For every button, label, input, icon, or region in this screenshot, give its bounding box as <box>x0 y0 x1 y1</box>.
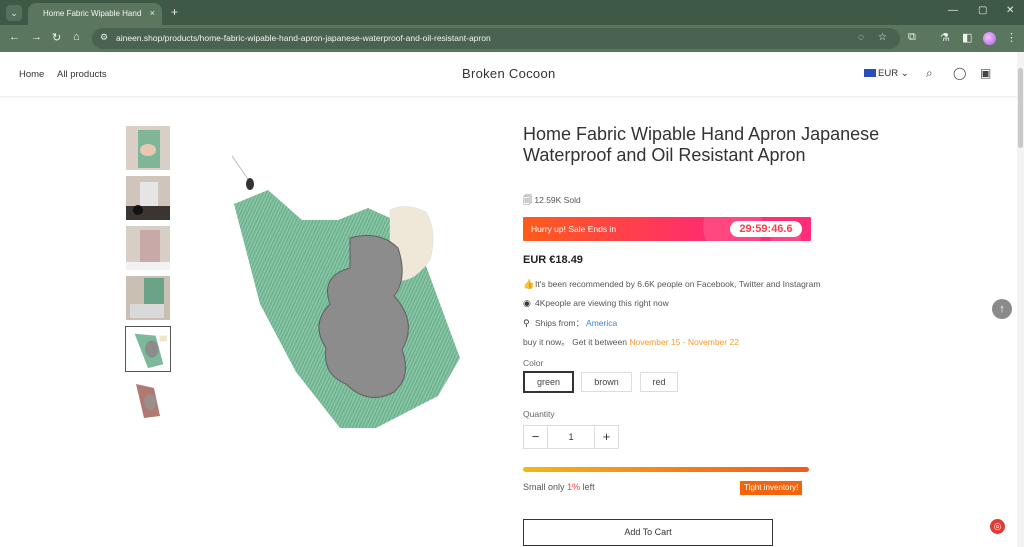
stock-progress-bar <box>523 467 809 472</box>
main-product-image[interactable] <box>200 128 500 428</box>
gallery-thumbnail-selected[interactable] <box>125 326 171 372</box>
bag-icon: 🗐 <box>523 195 532 205</box>
ships-from-line: ⚲ Ships from： America <box>523 317 617 329</box>
viewing-line: ◉ 4Kpeople are viewing this right now <box>523 298 669 309</box>
chevron-down-icon: ⌄ <box>900 68 909 79</box>
quantity-increase-button[interactable]: + <box>594 426 618 448</box>
delivery-range: November 15 - November 22 <box>629 337 739 347</box>
tight-inventory-badge: Tight inventory! <box>740 481 803 495</box>
stock-text: Small only 1% left <box>523 482 595 492</box>
delivery-line: buy it now。 Get it between November 15 -… <box>523 336 739 348</box>
sale-text: Hurry up! Sale Ends in <box>531 224 617 234</box>
tab-close-icon[interactable]: × <box>150 8 155 18</box>
back-to-top-icon[interactable]: ↑ <box>992 299 1012 319</box>
delivery-prefix: buy it now。 Get it between <box>523 337 627 347</box>
ships-label: Ships from： <box>535 318 585 328</box>
maximize-button[interactable]: ▢ <box>978 5 987 16</box>
page-scrollbar[interactable] <box>1017 52 1024 547</box>
site-settings-icon[interactable]: ⚙ <box>100 32 108 43</box>
color-option-green[interactable]: green <box>523 371 574 393</box>
gallery-thumbnail[interactable] <box>126 126 170 170</box>
back-arrow-icon[interactable]: ← <box>9 31 20 43</box>
sold-count: 🗐 12.59K Sold <box>523 193 581 209</box>
cart-icon[interactable]: ▣ <box>980 66 991 80</box>
labs-flask-icon[interactable]: ⚗ <box>940 31 950 44</box>
eu-flag-icon <box>864 69 876 77</box>
profile-avatar[interactable] <box>983 32 996 45</box>
browser-tab-active[interactable]: Home Fabric Wipable Hand Apron × <box>28 3 162 25</box>
sidebar-icon[interactable]: ◧ <box>962 31 972 44</box>
gallery-thumbnail[interactable] <box>126 378 170 422</box>
quantity-decrease-button[interactable]: − <box>524 426 548 448</box>
store-header: Home All products Broken Cocoon EUR ⌄ ⌕ … <box>0 52 1017 97</box>
store-brand[interactable]: Broken Cocoon <box>462 66 556 81</box>
recommend-line: 👍It's been recommended by 6.6K people on… <box>523 279 820 290</box>
minimize-button[interactable]: — <box>948 5 958 16</box>
more-menu-icon[interactable]: ⋮ <box>1006 31 1017 44</box>
currency-selector[interactable]: EUR ⌄ <box>864 68 909 79</box>
eye-off-icon[interactable]: ◌ <box>858 32 864 43</box>
browser-tab-bar: ⌄ Home Fabric Wipable Hand Apron × + — ▢… <box>0 0 1024 25</box>
stock-percent: 1% <box>567 482 581 492</box>
color-label: Color <box>523 358 544 368</box>
address-bar[interactable]: ⚙ aineen.shop/products/home-fabric-wipab… <box>92 28 900 49</box>
extensions-icon[interactable]: ⧉ <box>908 31 916 44</box>
currency-label: EUR <box>878 68 899 79</box>
sale-countdown-banner: Hurry up! Sale Ends in 29:59:46.6 <box>523 217 811 241</box>
recommend-text: It's been recommended by 6.6K people on … <box>535 279 821 289</box>
product-price: EUR €18.49 <box>523 254 583 266</box>
nav-all-products-link[interactable]: All products <box>57 69 107 80</box>
add-to-cart-button[interactable]: Add To Cart <box>523 519 773 546</box>
tab-search-chevron-icon[interactable]: ⌄ <box>6 5 22 21</box>
quantity-label: Quantity <box>523 409 555 419</box>
stock-suffix: left <box>582 482 595 492</box>
color-option-brown[interactable]: brown <box>581 372 632 392</box>
account-icon[interactable]: ◯ <box>953 66 966 80</box>
sold-text: 12.59K Sold <box>534 195 581 205</box>
stock-prefix: Small only <box>523 482 565 492</box>
quantity-stepper: − 1 + <box>523 425 619 449</box>
gallery-thumbnail[interactable] <box>126 226 170 270</box>
quantity-value[interactable]: 1 <box>548 426 594 448</box>
reload-icon[interactable]: ↻ <box>52 31 61 44</box>
scrollbar-thumb[interactable] <box>1018 68 1023 148</box>
location-pin-icon: ⚲ <box>523 318 530 328</box>
url-text: aineen.shop/products/home-fabric-wipable… <box>116 33 491 43</box>
ships-from-value: America <box>586 318 618 328</box>
home-icon[interactable]: ⌂ <box>73 31 80 43</box>
new-tab-button[interactable]: + <box>171 5 178 19</box>
color-option-red[interactable]: red <box>640 372 678 392</box>
countdown-timer: 29:59:46.6 <box>730 221 802 237</box>
nav-home-link[interactable]: Home <box>19 69 44 80</box>
help-chat-icon[interactable]: ◎ <box>990 519 1005 534</box>
browser-toolbar: ← → ↻ ⌂ ⚙ aineen.shop/products/home-fabr… <box>0 25 1024 52</box>
search-icon[interactable]: ⌕ <box>926 66 933 81</box>
forward-arrow-icon[interactable]: → <box>31 31 42 43</box>
bookmark-star-icon[interactable]: ☆ <box>878 32 887 43</box>
viewing-text: 4Kpeople are viewing this right now <box>535 298 669 308</box>
gallery-thumbnail[interactable] <box>126 276 170 320</box>
product-title: Home Fabric Wipable Hand Apron Japanese … <box>523 124 880 165</box>
eye-icon: ◉ <box>523 298 531 308</box>
thumbs-up-icon: 👍 <box>523 279 535 289</box>
tab-title: Home Fabric Wipable Hand Apron <box>43 9 143 18</box>
gallery-thumbnail[interactable] <box>126 176 170 220</box>
close-window-button[interactable]: ✕ <box>1006 5 1014 16</box>
